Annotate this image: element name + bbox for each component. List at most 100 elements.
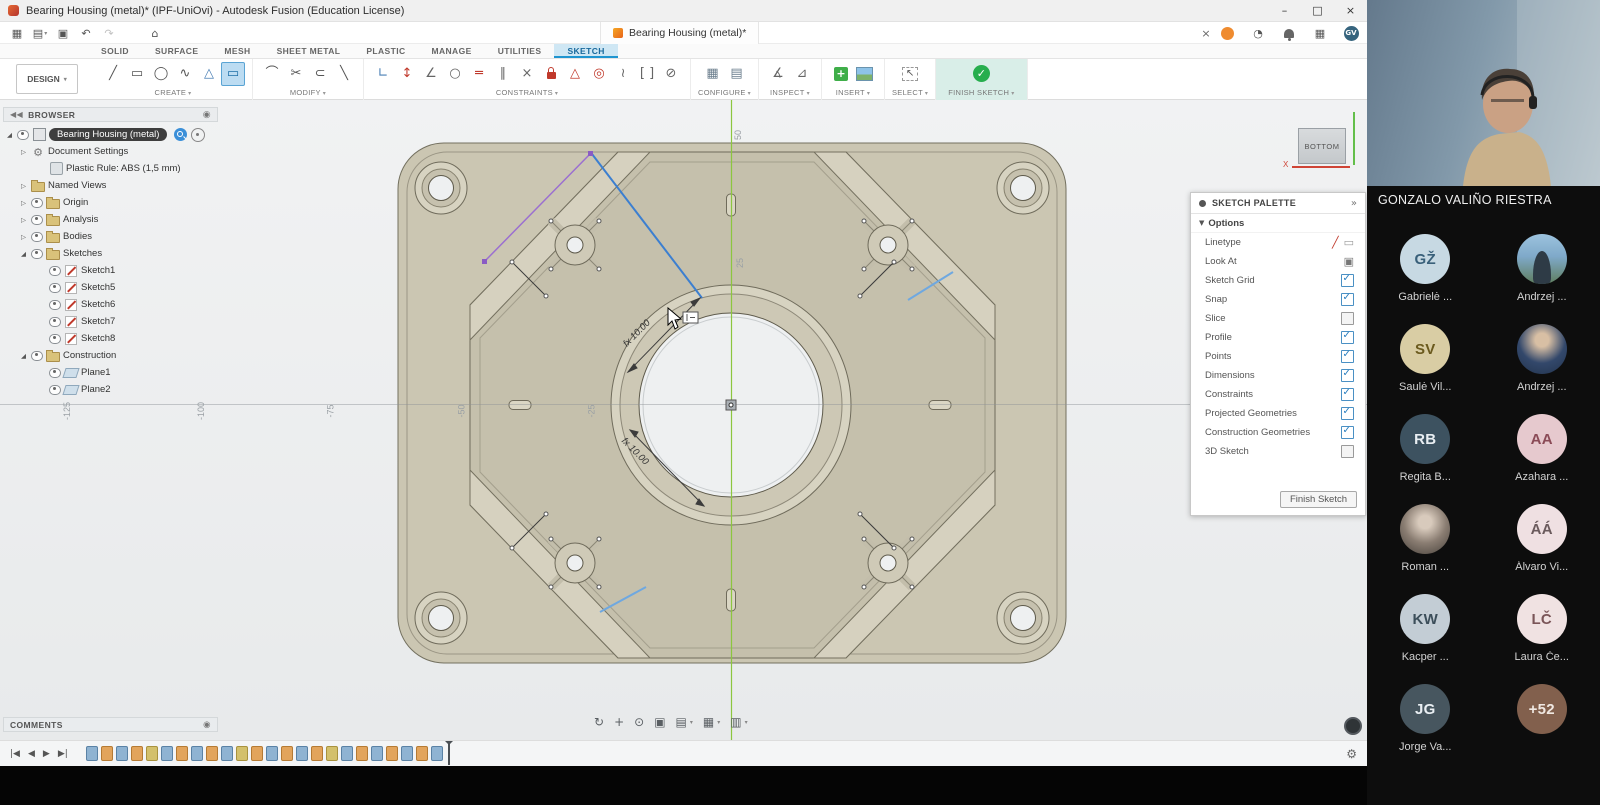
radial-dimension-icon[interactable]: ○ — [443, 62, 467, 86]
browser-tree-row[interactable]: ◢ Bearing Housing (metal) — [3, 126, 218, 143]
tree-item-label[interactable]: Bodies — [63, 231, 92, 242]
timeline-feature-icon[interactable] — [356, 746, 368, 761]
browser-tree-row[interactable]: Sketch5 — [3, 279, 218, 296]
zoom-icon[interactable]: ⊙▾ — [634, 715, 644, 729]
modify-group-label[interactable]: MODIFY — [290, 88, 326, 97]
visibility-eye-icon[interactable] — [31, 232, 43, 242]
perpendicular-constraint-icon[interactable]: × — [515, 62, 539, 86]
timeline-feature-icon[interactable] — [236, 746, 248, 761]
ribbon-tab[interactable]: SKETCH — [554, 44, 617, 58]
finish-sketch-label[interactable]: FINISH SKETCH — [948, 88, 1014, 97]
visibility-eye-icon[interactable] — [31, 351, 43, 361]
participant-tile[interactable]: ÁÁ Álvaro Vi... — [1484, 504, 1600, 594]
palette-option-control[interactable] — [1341, 274, 1354, 287]
panel-options-icon[interactable]: ◉ — [203, 110, 211, 120]
timeline-end-button[interactable]: ▶| — [58, 749, 68, 759]
timeline-feature-icon[interactable] — [371, 746, 383, 761]
activate-component-icon[interactable] — [191, 128, 205, 142]
model-canvas[interactable]: -125-100-75-50-255025 fx 10.00fx 10.00 X… — [0, 100, 1367, 740]
midpoint-constraint-icon[interactable]: ≀ — [611, 62, 635, 86]
timeline-feature-icon[interactable] — [281, 746, 293, 761]
dock-panel-icon[interactable]: » — [1351, 198, 1357, 209]
ribbon-tab[interactable]: SURFACE — [142, 44, 211, 58]
viewcube[interactable]: X BOTTOM — [1292, 112, 1358, 178]
fix-unfix-constraint-icon[interactable]: △ — [563, 62, 587, 86]
grid-settings-icon[interactable]: ▦▾ — [703, 715, 720, 729]
ribbon-tab[interactable]: SOLID — [88, 44, 142, 58]
symmetry-constraint-icon[interactable]: [ ] — [635, 62, 659, 86]
participant-tile[interactable]: Andrzej ... — [1484, 324, 1600, 414]
palette-option-control[interactable] — [1341, 369, 1354, 382]
tree-item-label[interactable]: Plane2 — [81, 384, 111, 395]
close-button[interactable]: × — [1334, 0, 1367, 22]
save-icon[interactable]: ▣▾ — [53, 24, 73, 42]
constraints-group-label[interactable]: CONSTRAINTS — [496, 88, 558, 97]
viewcube-face-label[interactable]: BOTTOM — [1298, 128, 1346, 164]
participant-tile[interactable]: RB Regita B... — [1367, 414, 1484, 504]
palette-option-control[interactable] — [1341, 407, 1354, 420]
tree-item-label[interactable]: Analysis — [63, 214, 98, 225]
palette-option-control[interactable] — [1341, 331, 1354, 344]
insert-image-icon[interactable] — [853, 62, 877, 86]
display-settings-icon[interactable]: ▤▾ — [676, 715, 693, 729]
browser-tree-row[interactable]: Sketch1 — [3, 262, 218, 279]
visibility-eye-icon[interactable] — [49, 283, 61, 293]
timeline-feature-icon[interactable] — [86, 746, 98, 761]
browser-tree-row[interactable]: ▷ Document Settings — [3, 143, 218, 160]
timeline-feature-icon[interactable] — [206, 746, 218, 761]
browser-tree-row[interactable]: ◢ Construction — [3, 347, 218, 364]
extensions-icon[interactable]: ▦ — [1310, 24, 1330, 42]
timeline-feature-icon[interactable] — [221, 746, 233, 761]
select-group-label[interactable]: SELECT — [892, 88, 928, 97]
timeline-feature-icon[interactable] — [326, 746, 338, 761]
orbit-icon[interactable]: ↻▾ — [594, 715, 604, 729]
configuration-table-icon[interactable]: ▦ — [700, 62, 724, 86]
timeline-feature-icon[interactable] — [431, 746, 443, 761]
visibility-eye-icon[interactable] — [31, 215, 43, 225]
visibility-eye-icon[interactable] — [49, 368, 61, 378]
line-tool-icon[interactable]: ╱ — [101, 62, 125, 86]
insert-part-icon[interactable]: + — [829, 62, 853, 86]
timeline-feature-icon[interactable] — [386, 746, 398, 761]
mirror-tool-icon[interactable]: ╲ — [332, 62, 356, 86]
search-icon[interactable] — [174, 128, 187, 141]
rectangle-tool-icon[interactable]: ▭ — [125, 62, 149, 86]
parallel-constraint-icon[interactable]: ∥ — [491, 62, 515, 86]
trim-tool-icon[interactable]: ✂ — [284, 62, 308, 86]
timeline-feature-icon[interactable] — [251, 746, 263, 761]
browser-tree-row[interactable]: Sketch7 — [3, 313, 218, 330]
tree-item-label[interactable]: Sketch7 — [81, 316, 115, 327]
tree-item-label[interactable]: Sketch8 — [81, 333, 115, 344]
palette-option-control[interactable] — [1341, 388, 1354, 401]
app-grid-icon[interactable]: ▦▾ — [7, 24, 27, 42]
visibility-eye-icon[interactable] — [49, 385, 61, 395]
expand-arrow-icon[interactable]: ▷ — [19, 216, 28, 224]
configure-group-label[interactable]: CONFIGURE — [698, 88, 751, 97]
participant-tile[interactable]: Andrzej ... — [1484, 234, 1600, 324]
tree-item-label[interactable]: Sketch1 — [81, 265, 115, 276]
palette-option-control[interactable] — [1341, 426, 1354, 439]
sketch-dimension-icon[interactable]: ∟ — [371, 62, 395, 86]
expand-arrow-icon[interactable]: ◢ — [5, 131, 14, 139]
create-group-label[interactable]: CREATE — [155, 88, 192, 97]
visibility-eye-icon[interactable] — [49, 266, 61, 276]
participant-tile[interactable]: SV Saulė Vil... — [1367, 324, 1484, 414]
tree-item-label[interactable]: Sketches — [63, 248, 102, 259]
timeline-feature-icon[interactable] — [161, 746, 173, 761]
redo-icon[interactable]: ↷▾ — [99, 24, 119, 42]
ordinate-dimension-icon[interactable]: ↕ — [395, 62, 419, 86]
file-menu-icon[interactable]: ▤▾ — [30, 24, 50, 42]
viewports-icon[interactable]: ▥▾ — [730, 715, 747, 729]
browser-tree-row[interactable]: ▷ Bodies — [3, 228, 218, 245]
ribbon-tab[interactable]: MESH — [211, 44, 263, 58]
participant-tile[interactable]: AA Azahara ... — [1484, 414, 1600, 504]
document-tab[interactable]: Bearing Housing (metal)* — [600, 22, 759, 44]
undo-icon[interactable]: ↶▾ — [76, 24, 96, 42]
comments-options-icon[interactable]: ◉ — [203, 720, 211, 730]
browser-tree-row[interactable]: Sketch6 — [3, 296, 218, 313]
participant-tile[interactable]: KW Kacper ... — [1367, 594, 1484, 684]
collapse-panel-icon[interactable]: ◀◀ — [10, 110, 23, 119]
options-section-header[interactable]: ▼ Options — [1191, 214, 1365, 233]
job-status-icon[interactable] — [1217, 24, 1237, 42]
maximize-button[interactable]: □ — [1301, 0, 1334, 22]
